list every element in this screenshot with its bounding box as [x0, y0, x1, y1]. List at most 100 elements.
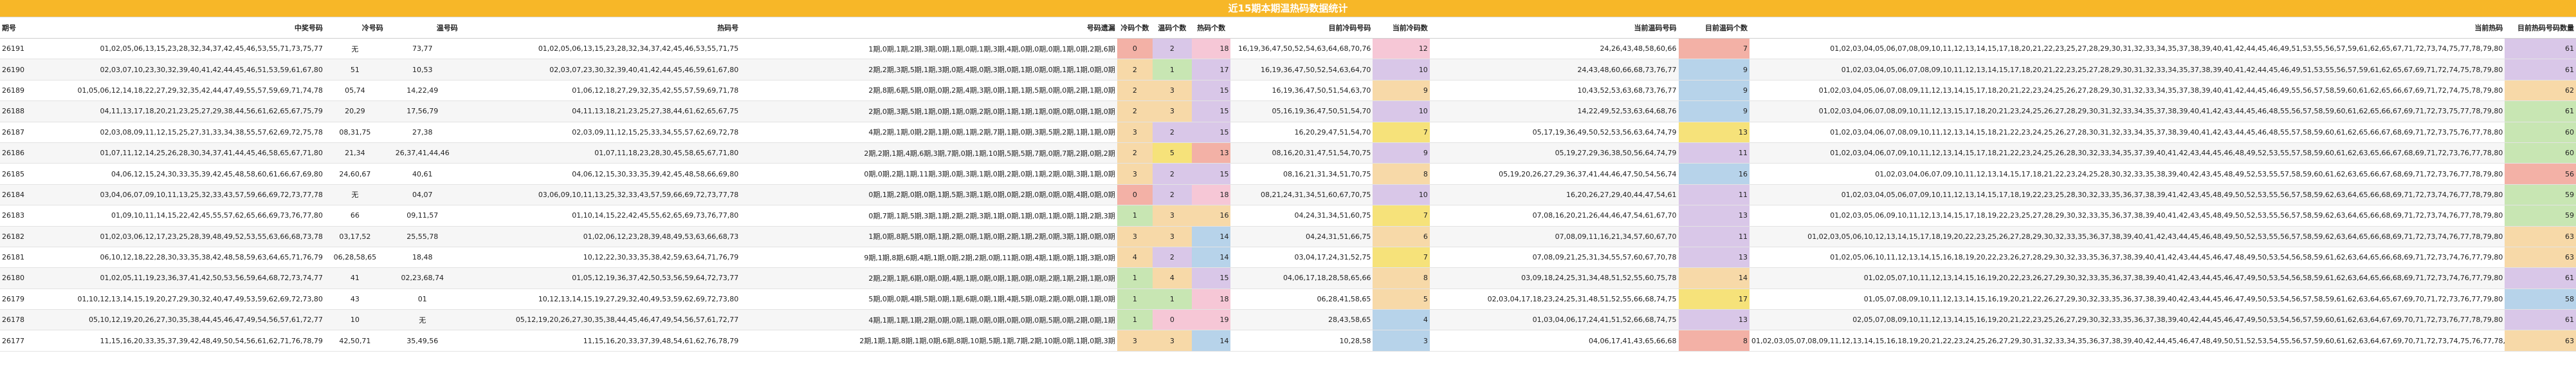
- current-hot-cell: 01,02,05,06,10,11,12,13,14,15,16,18,19,2…: [1749, 247, 2505, 269]
- cold-numbers-cell: 43: [324, 289, 385, 310]
- current-cold-count-cell: 10: [1373, 100, 1430, 122]
- current-warm-numbers-cell: 05,17,19,36,49,50,52,53,56,63,64,74,79: [1429, 122, 1679, 143]
- hot-numbers-cell: 01,02,05,06,13,15,23,28,32,34,37,42,45,4…: [459, 38, 741, 60]
- col-current-cold-numbers-header: 目前冷码号码: [1230, 17, 1373, 39]
- page-title: 近15期本期温热码数据统计: [0, 0, 2576, 17]
- hot-numbers-cell: 02,03,09,11,12,15,25,33,34,55,57,62,69,7…: [459, 122, 741, 143]
- current-hot-cell: 01,02,03,05,06,09,10,11,12,13,14,15,17,1…: [1749, 205, 2505, 227]
- table-row: 26187 02,03,08,09,11,12,15,25,27,31,33,34…: [0, 122, 2576, 143]
- current-warm-numbers-cell: 24,26,43,48,58,60,66: [1429, 38, 1679, 60]
- col-current-cold-count-header: 当前冷码数: [1373, 17, 1430, 39]
- hot-count-cell: 16: [1191, 205, 1231, 227]
- cold-numbers-cell: 无: [324, 184, 385, 206]
- period-cell: 26179: [0, 289, 37, 310]
- period-cell: 26182: [0, 226, 37, 247]
- current-warm-numbers-cell: 07,08,09,21,25,31,34,55,57,60,67,70,78: [1429, 247, 1679, 269]
- cold-numbers-cell: 08,31,75: [324, 122, 385, 143]
- warm-numbers-cell: 09,11,57: [385, 205, 460, 227]
- current-cold-count-cell: 8: [1373, 267, 1430, 289]
- current-warm-numbers-cell: 01,03,04,06,17,24,41,51,52,66,68,74,75: [1429, 309, 1679, 331]
- cold-count-cell: 0: [1117, 38, 1153, 60]
- current-hot-count-cell: 61: [2505, 59, 2576, 80]
- current-hot-count-cell: 61: [2505, 309, 2576, 331]
- warm-count-cell: 3: [1152, 226, 1192, 247]
- cold-count-cell: 0: [1117, 184, 1153, 206]
- hot-count-cell: 15: [1191, 267, 1231, 289]
- period-cell: 26186: [0, 142, 37, 164]
- hot-count-cell: 18: [1191, 289, 1231, 310]
- current-warm-count-cell: 14: [1678, 267, 1749, 289]
- hot-count-cell: 19: [1191, 309, 1231, 331]
- cold-numbers-cell: 24,60,67: [324, 163, 385, 185]
- hot-numbers-cell: 10,12,13,14,15,19,27,29,32,40,49,53,59,6…: [459, 289, 741, 310]
- hot-numbers-cell: 10,12,22,30,33,35,38,42,59,63,64,71,76,7…: [459, 247, 741, 269]
- warm-count-cell: 2: [1152, 163, 1192, 185]
- winning-numbers-cell: 01,02,05,06,13,15,23,28,32,34,37,42,45,4…: [37, 38, 325, 60]
- warm-numbers-cell: 27,38: [385, 122, 460, 143]
- current-hot-cell: 01,02,03,04,06,07,08,09,10,11,12,13,14,1…: [1749, 122, 2505, 143]
- current-cold-numbers-cell: 04,24,31,34,51,60,75: [1230, 205, 1373, 227]
- current-cold-numbers-cell: 04,06,17,18,28,58,65,66: [1230, 267, 1373, 289]
- current-hot-count-cell: 58: [2505, 289, 2576, 310]
- current-hot-count-cell: 61: [2505, 100, 2576, 122]
- hot-numbers-cell: 11,15,16,20,33,37,39,48,54,61,62,76,78,7…: [459, 330, 741, 352]
- current-warm-numbers-cell: 02,03,04,17,18,23,24,25,31,48,51,52,55,6…: [1429, 289, 1679, 310]
- warm-numbers-cell: 10,53: [385, 59, 460, 80]
- warm-count-cell: 2: [1152, 122, 1192, 143]
- winning-numbers-cell: 04,11,13,17,18,20,21,23,25,27,29,38,44,5…: [37, 100, 325, 122]
- current-cold-count-cell: 7: [1373, 122, 1430, 143]
- current-cold-numbers-cell: 05,16,19,36,47,50,51,54,70: [1230, 100, 1373, 122]
- winning-numbers-cell: 01,02,05,11,19,23,36,37,41,42,50,53,56,5…: [37, 267, 325, 289]
- cold-numbers-cell: 10: [324, 309, 385, 331]
- warm-numbers-cell: 04,07: [385, 184, 460, 206]
- winning-numbers-cell: 06,10,12,18,22,28,30,33,35,38,42,48,58,5…: [37, 247, 325, 269]
- current-cold-numbers-cell: 08,16,21,31,34,51,70,75: [1230, 163, 1373, 185]
- current-warm-count-cell: 13: [1678, 247, 1749, 269]
- col-cold-numbers-header: 冷号码: [324, 17, 385, 39]
- current-warm-count-cell: 16: [1678, 163, 1749, 185]
- omission-cell: 2期,2期,3期,5期,1期,3期,0期,4期,0期,3期,0期,1期,0期,0…: [740, 59, 1117, 80]
- col-warm-count-header: 温码个数: [1152, 17, 1192, 39]
- current-cold-numbers-cell: 16,19,36,47,50,52,54,63,64,68,70,76: [1230, 38, 1373, 60]
- col-winning-numbers-header: 中奖号码: [37, 17, 325, 39]
- current-warm-numbers-cell: 07,08,16,20,21,26,44,46,47,54,61,67,70: [1429, 205, 1679, 227]
- current-warm-count-cell: 13: [1678, 122, 1749, 143]
- omission-cell: 0期,1期,2期,0期,0期,1期,5期,3期,1期,0期,0期,2期,0期,0…: [740, 184, 1117, 206]
- current-warm-count-cell: 9: [1678, 59, 1749, 80]
- table-row: 26181 06,10,12,18,22,28,30,33,35,38,42,48…: [0, 247, 2576, 269]
- winning-numbers-cell: 01,10,12,13,14,15,19,20,27,29,30,32,40,4…: [37, 289, 325, 310]
- hot-numbers-cell: 04,11,13,18,21,23,25,27,38,44,61,62,65,6…: [459, 100, 741, 122]
- cold-numbers-cell: 21,34: [324, 142, 385, 164]
- hot-numbers-cell: 03,06,09,10,11,13,25,32,33,43,57,59,66,6…: [459, 184, 741, 206]
- winning-numbers-cell: 03,04,06,07,09,10,11,13,25,32,33,43,57,5…: [37, 184, 325, 206]
- current-warm-numbers-cell: 10,43,52,53,63,68,73,76,77: [1429, 80, 1679, 102]
- current-cold-numbers-cell: 04,24,31,51,66,75: [1230, 226, 1373, 247]
- winning-numbers-cell: 01,02,03,06,12,17,23,25,28,39,48,49,52,5…: [37, 226, 325, 247]
- period-cell: 26177: [0, 330, 37, 352]
- hot-count-cell: 15: [1191, 80, 1231, 102]
- current-hot-count-cell: 59: [2505, 184, 2576, 206]
- current-warm-numbers-cell: 14,22,49,52,53,63,64,68,76: [1429, 100, 1679, 122]
- cold-count-cell: 1: [1117, 267, 1153, 289]
- warm-count-cell: 4: [1152, 267, 1192, 289]
- current-hot-cell: 01,02,03,05,07,08,09,11,12,13,14,15,16,1…: [1749, 330, 2505, 352]
- cold-numbers-cell: 20,29: [324, 100, 385, 122]
- table-row: 26184 03,04,06,07,09,10,11,13,25,32,33,43…: [0, 184, 2576, 206]
- cold-count-cell: 1: [1117, 289, 1153, 310]
- winning-numbers-cell: 02,03,07,10,23,30,32,39,40,41,42,44,45,4…: [37, 59, 325, 80]
- winning-numbers-cell: 01,09,10,11,14,15,22,42,45,55,57,62,65,6…: [37, 205, 325, 227]
- current-cold-count-cell: 4: [1373, 309, 1430, 331]
- cold-numbers-cell: 03,17,52: [324, 226, 385, 247]
- period-cell: 26183: [0, 205, 37, 227]
- warm-numbers-cell: 40,61: [385, 163, 460, 185]
- table-row: 26190 02,03,07,10,23,30,32,39,40,41,42,44…: [0, 59, 2576, 80]
- hot-numbers-cell: 04,06,12,15,30,33,35,39,42,45,48,58,66,6…: [459, 163, 741, 185]
- omission-cell: 2期,2期,1期,4期,6期,3期,7期,0期,1期,10期,5期,5期,7期,…: [740, 142, 1117, 164]
- current-hot-count-cell: 63: [2505, 330, 2576, 352]
- current-hot-count-cell: 63: [2505, 226, 2576, 247]
- col-current-warm-numbers-header: 当前温码号码: [1429, 17, 1679, 39]
- current-warm-count-cell: 11: [1678, 142, 1749, 164]
- period-cell: 26187: [0, 122, 37, 143]
- cold-numbers-cell: 66: [324, 205, 385, 227]
- winning-numbers-cell: 05,10,12,19,20,26,27,30,35,38,44,45,46,4…: [37, 309, 325, 331]
